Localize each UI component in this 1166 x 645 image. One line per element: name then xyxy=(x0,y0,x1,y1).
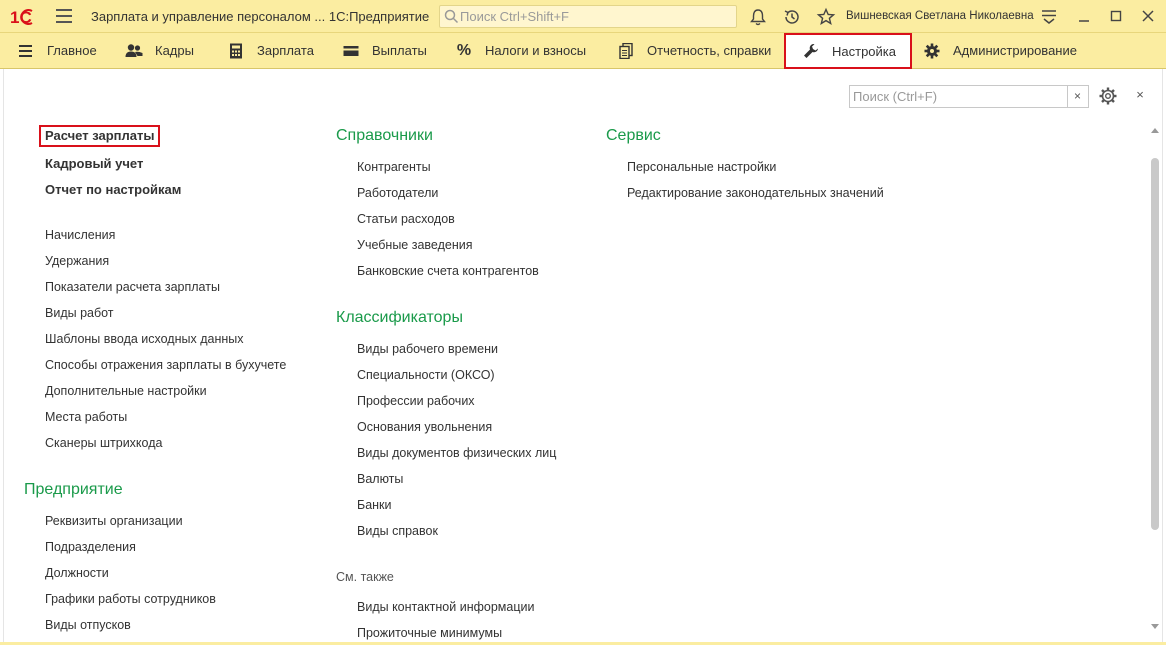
section-main[interactable]: Главное xyxy=(17,33,97,68)
link-salary-indicators[interactable]: Показатели расчета зарплаты xyxy=(45,279,220,295)
link-contractors[interactable]: Контрагенты xyxy=(357,159,431,175)
link-settings-report[interactable]: Отчет по настройкам xyxy=(45,182,181,198)
link-contractor-bank-accounts[interactable]: Банковские счета контрагентов xyxy=(357,263,539,279)
link-work-schedules[interactable]: Графики работы сотрудников xyxy=(45,591,216,607)
close-window-icon[interactable] xyxy=(1137,6,1159,26)
section-label: Администрирование xyxy=(953,43,1077,58)
section-salary[interactable]: Зарплата xyxy=(227,33,314,68)
panel-settings-icon[interactable] xyxy=(1098,86,1118,106)
scroll-down-arrow[interactable] xyxy=(1151,624,1159,629)
link-subsistence-minimums[interactable]: Прожиточные минимумы xyxy=(357,625,502,641)
see-also-title: См. также xyxy=(336,570,394,584)
section-label: Выплаты xyxy=(372,43,427,58)
link-work-time-types[interactable]: Виды рабочего времени xyxy=(357,341,498,357)
section-hr[interactable]: Кадры xyxy=(125,33,194,68)
title-bar: 1С Зарплата и управление персоналом ... … xyxy=(0,0,1166,33)
calculator-icon xyxy=(227,42,245,60)
sections-panel: Главное Кадры Зарплата Выплаты % Налоги … xyxy=(0,33,1166,69)
global-search[interactable] xyxy=(439,5,737,28)
maximize-icon[interactable] xyxy=(1105,6,1127,26)
minimize-icon[interactable] xyxy=(1073,6,1095,26)
group-title-enterprise: Предприятие xyxy=(24,481,123,498)
link-currencies[interactable]: Валюты xyxy=(357,471,403,487)
link-vacation-types[interactable]: Виды отпусков xyxy=(45,617,131,633)
app-title: Зарплата и управление персоналом ... 1С:… xyxy=(91,9,430,24)
settings-menu-icon[interactable] xyxy=(1038,6,1060,26)
link-employers[interactable]: Работодатели xyxy=(357,185,438,201)
link-accruals[interactable]: Начисления xyxy=(45,227,115,243)
main-menu-icon[interactable] xyxy=(56,9,72,23)
settings-panel: × × Расчет зарплаты Кадровый учет Отчет … xyxy=(3,69,1163,642)
1c-logo: 1С xyxy=(10,8,33,27)
link-positions[interactable]: Должности xyxy=(45,565,109,581)
percent-icon: % xyxy=(456,41,472,59)
link-accounting-methods[interactable]: Способы отражения зарплаты в бухучете xyxy=(45,357,286,373)
wrench-icon xyxy=(802,42,820,60)
close-panel-button[interactable]: × xyxy=(1132,85,1148,105)
link-barcode-scanners[interactable]: Сканеры штрихкода xyxy=(45,435,162,451)
documents-icon xyxy=(617,42,635,60)
group-title-service: Сервис xyxy=(606,127,661,144)
hamburger-icon xyxy=(17,42,35,60)
section-label: Настройка xyxy=(832,43,896,59)
section-admin[interactable]: Администрирование xyxy=(923,33,1077,68)
user-name[interactable]: Вишневская Светлана Николаевна xyxy=(846,10,1034,22)
section-taxes[interactable]: % Налоги и взносы xyxy=(455,33,586,68)
link-hr-accounting[interactable]: Кадровый учет xyxy=(45,156,143,172)
search-icon xyxy=(444,9,459,24)
link-salary-calc[interactable]: Расчет зарплаты xyxy=(39,125,161,147)
link-legislative-values[interactable]: Редактирование законодательных значений xyxy=(627,185,884,201)
link-org-details[interactable]: Реквизиты организации xyxy=(45,513,183,529)
global-search-input[interactable] xyxy=(460,8,730,25)
star-icon[interactable] xyxy=(816,7,836,27)
scroll-up-arrow[interactable] xyxy=(1151,128,1159,133)
history-icon[interactable] xyxy=(782,7,802,27)
section-label: Главное xyxy=(47,43,97,58)
link-expense-items[interactable]: Статьи расходов xyxy=(357,211,455,227)
clear-search-button[interactable]: × xyxy=(1067,85,1089,108)
link-workplaces[interactable]: Места работы xyxy=(45,409,127,425)
panel-search[interactable] xyxy=(849,85,1068,108)
link-educational-institutions[interactable]: Учебные заведения xyxy=(357,237,473,253)
link-departments[interactable]: Подразделения xyxy=(45,539,136,555)
link-worker-professions[interactable]: Профессии рабочих xyxy=(357,393,475,409)
section-label: Налоги и взносы xyxy=(485,43,587,58)
people-icon xyxy=(125,42,143,60)
bell-icon[interactable] xyxy=(748,7,768,27)
gear-icon xyxy=(923,42,941,60)
link-id-document-types[interactable]: Виды документов физических лиц xyxy=(357,445,556,461)
section-label: Отчетность, справки xyxy=(647,43,772,58)
group-title-classifiers: Классификаторы xyxy=(336,309,463,326)
link-dismissal-reasons[interactable]: Основания увольнения xyxy=(357,419,492,435)
section-reports[interactable]: Отчетность, справки xyxy=(617,33,771,68)
section-label: Зарплата xyxy=(257,43,314,58)
scrollbar-thumb[interactable] xyxy=(1151,158,1159,530)
link-input-templates[interactable]: Шаблоны ввода исходных данных xyxy=(45,331,244,347)
link-work-types[interactable]: Виды работ xyxy=(45,305,114,321)
link-contact-info-types[interactable]: Виды контактной информации xyxy=(357,599,534,615)
group-title-directories: Справочники xyxy=(336,127,433,144)
link-certificate-types[interactable]: Виды справок xyxy=(357,523,438,539)
section-settings[interactable]: Настройка xyxy=(784,33,912,69)
link-personal-settings[interactable]: Персональные настройки xyxy=(627,159,776,175)
link-additional-settings[interactable]: Дополнительные настройки xyxy=(45,383,207,399)
panel-search-input[interactable] xyxy=(853,88,1065,105)
link-specialties[interactable]: Специальности (ОКСО) xyxy=(357,367,495,383)
section-payments[interactable]: Выплаты xyxy=(342,33,427,68)
link-deductions[interactable]: Удержания xyxy=(45,253,109,269)
link-banks[interactable]: Банки xyxy=(357,497,392,513)
section-label: Кадры xyxy=(155,43,194,58)
wallet-icon xyxy=(342,42,360,60)
